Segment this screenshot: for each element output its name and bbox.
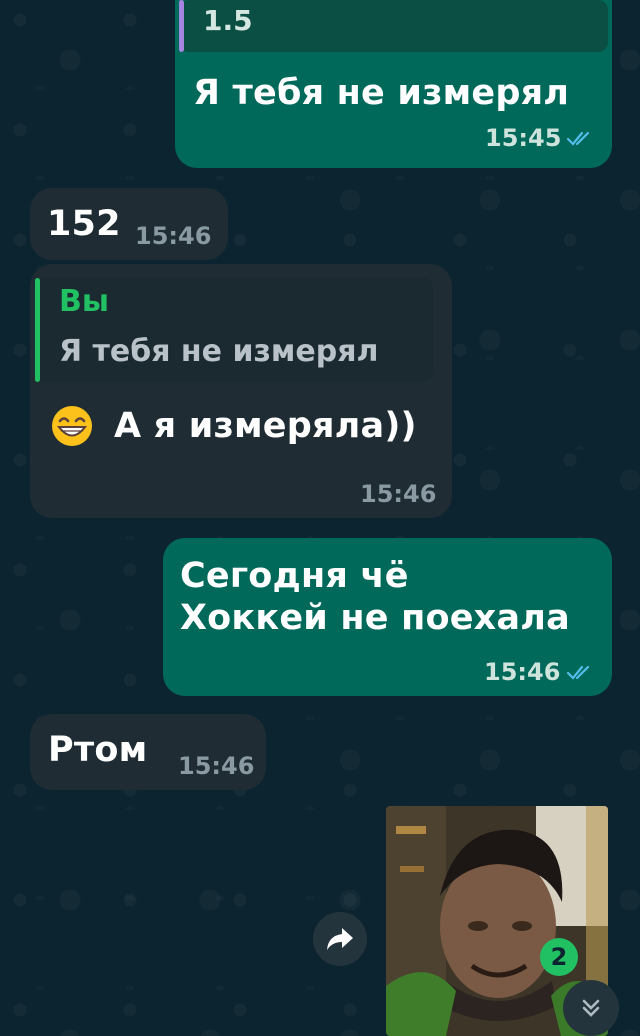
message-time: 15:46: [135, 222, 212, 250]
forward-button[interactable]: [313, 912, 367, 966]
message-text-line-2: Хоккей не поехала: [180, 598, 570, 638]
message-text: Ртом: [48, 730, 148, 770]
message-time: 15:46: [360, 480, 437, 508]
quoted-text: Я тебя не измерял: [59, 334, 379, 369]
message-text: А я измеряла)): [114, 406, 417, 446]
chat-area[interactable]: 1.5 Я тебя не измерял 15:45 152 15:46 Вы…: [0, 0, 640, 1036]
quote-bar: [35, 278, 40, 382]
incoming-message-bubble[interactable]: 152 15:46: [30, 188, 228, 260]
message-text: 152: [47, 204, 121, 244]
double-check-icon: [566, 131, 590, 146]
message-time: 15:45: [485, 124, 562, 152]
message-time: 15:46: [484, 658, 561, 686]
quoted-reply[interactable]: 1.5: [179, 0, 608, 52]
quoted-text: 1.5: [203, 4, 253, 37]
message-text: Я тебя не измерял: [193, 73, 570, 113]
incoming-message-bubble[interactable]: Ртом 15:46: [30, 714, 266, 790]
outgoing-message-bubble[interactable]: Сегодня чё Хоккей не поехала 15:46: [163, 538, 612, 696]
double-chevron-down-icon: [582, 999, 600, 1017]
forward-icon: [327, 928, 353, 950]
scroll-to-bottom-button[interactable]: [563, 980, 619, 1036]
unread-count-badge: 2: [540, 938, 578, 976]
quote-author: Вы: [59, 284, 109, 319]
quoted-reply[interactable]: Вы Я тебя не измерял: [35, 278, 433, 382]
incoming-message-bubble[interactable]: Вы Я тебя не измерял А я измеряла)) 15:4…: [30, 264, 452, 518]
grinning-face-icon: [52, 406, 92, 446]
message-time: 15:46: [178, 752, 255, 780]
double-check-icon: [566, 665, 590, 680]
outgoing-message-bubble[interactable]: 1.5 Я тебя не измерял 15:45: [175, 0, 612, 168]
message-text-line-1: Сегодня чё: [180, 556, 409, 596]
quote-bar: [179, 0, 184, 52]
